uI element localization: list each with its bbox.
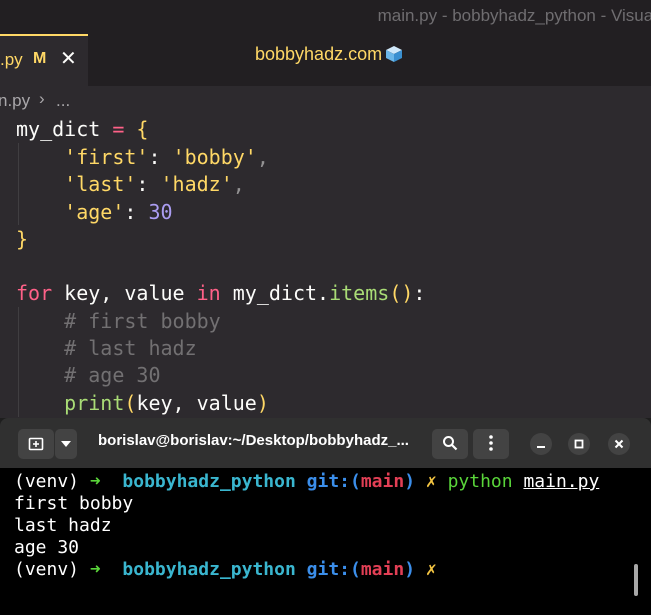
arrow-icon: ➜ <box>89 559 101 580</box>
command-argument: main.py <box>523 471 600 492</box>
branch-label: main <box>360 559 405 580</box>
arguments: key, value <box>136 391 257 415</box>
dict-value: 30 <box>148 200 173 224</box>
chevron-right-icon: › <box>39 89 45 108</box>
output-line: age 30 <box>14 537 80 558</box>
breadcrumb-ellipsis[interactable]: ... <box>56 91 70 111</box>
new-tab-button[interactable] <box>18 429 54 459</box>
maximize-icon <box>574 439 584 449</box>
close-icon[interactable]: ✕ <box>60 46 77 70</box>
git-label: git:( <box>306 559 361 580</box>
arrow-icon: ➜ <box>89 471 101 492</box>
tab-label: .py <box>0 50 23 69</box>
code-line-7: for key, value in my_dict.items(): <box>16 280 425 307</box>
code-line-2: 'first': 'bobby', <box>16 144 269 171</box>
minimize-icon <box>537 446 545 448</box>
code-editor[interactable]: my_dict = { 'first': 'bobby', 'last': 'h… <box>0 116 651 426</box>
modified-badge: M <box>33 50 47 67</box>
function-name: print <box>64 391 125 415</box>
maximize-button[interactable] <box>568 433 590 455</box>
output-line: first bobby <box>14 493 134 514</box>
variable-name: my_dict <box>16 117 101 141</box>
comment: # age 30 <box>64 363 161 387</box>
breadcrumb-file[interactable]: n.py <box>0 91 30 111</box>
venv-label: (venv) <box>14 559 80 580</box>
window-title: main.py - bobbyhadz_python - Visual <box>377 6 651 25</box>
cube-icon <box>386 46 403 62</box>
command: python <box>447 471 513 492</box>
tab-main-py[interactable]: .py M ✕ <box>0 34 88 86</box>
new-tab-icon <box>28 437 44 451</box>
colon: : <box>148 145 173 169</box>
menu-button[interactable] <box>473 429 509 459</box>
comment: # last hadz <box>64 336 197 360</box>
search-button[interactable] <box>432 429 468 459</box>
dict-ref: my_dict. <box>220 281 330 305</box>
dirty-icon: ✗ <box>425 559 437 580</box>
venv-label: (venv) <box>14 471 80 492</box>
chevron-down-icon <box>61 441 71 447</box>
breadcrumb: n.py › ... <box>0 86 651 116</box>
colon: : <box>136 172 161 196</box>
open-paren: ( <box>124 391 137 415</box>
open-brace: { <box>136 117 149 141</box>
comment: # first bobby <box>64 309 221 333</box>
comma: , <box>232 172 245 196</box>
colon: : <box>124 200 149 224</box>
prompt-line: (venv) ➜ bobbyhadz_python git:(main) ✗ p… <box>14 471 599 493</box>
dict-key: 'first' <box>64 145 149 169</box>
terminal-scrollbar[interactable] <box>634 564 638 596</box>
comma: , <box>256 145 269 169</box>
code-line-8: # first bobby <box>16 308 221 335</box>
code-line-11: print(key, value) <box>16 390 269 417</box>
loop-vars: key, value <box>52 281 197 305</box>
code-line-4: 'age': 30 <box>16 199 173 226</box>
output-line: last hadz <box>14 515 112 536</box>
colon: : <box>413 281 426 305</box>
cwd-label: bobbyhadz_python <box>122 559 296 580</box>
terminal-title: borislav@borislav:~/Desktop/bobbyhadz_..… <box>98 432 409 449</box>
code-line-1: my_dict = { <box>16 116 148 143</box>
kebab-menu-icon <box>489 435 493 451</box>
dict-value: 'hadz' <box>160 172 233 196</box>
git-close: ) <box>404 559 416 580</box>
dict-key: 'last' <box>64 172 137 196</box>
minimize-button[interactable] <box>530 433 552 455</box>
git-close: ) <box>404 471 416 492</box>
git-label: git:( <box>306 471 361 492</box>
dirty-icon: ✗ <box>425 471 437 492</box>
terminal-window: borislav@borislav:~/Desktop/bobbyhadz_..… <box>0 418 651 615</box>
close-button[interactable] <box>608 433 630 455</box>
dict-key: 'age' <box>64 200 125 224</box>
terminal-output[interactable]: (venv) ➜ bobbyhadz_python git:(main) ✗ p… <box>0 468 651 615</box>
tab-bar: .py M ✕ bobbyhadz.com <box>0 34 651 86</box>
assign-operator: = <box>100 117 137 141</box>
keyword-in: in <box>196 281 221 305</box>
code-line-5: } <box>16 226 28 253</box>
code-line-10: # age 30 <box>16 362 161 389</box>
parens: () <box>389 281 414 305</box>
watermark: bobbyhadz.com <box>255 44 403 65</box>
close-brace: } <box>16 227 29 251</box>
method-name: items <box>329 281 390 305</box>
code-line-9: # last hadz <box>16 335 197 362</box>
branch-label: main <box>360 471 405 492</box>
close-icon <box>614 439 624 449</box>
dict-value: 'bobby' <box>172 145 257 169</box>
close-paren: ) <box>256 391 269 415</box>
title-bar: main.py - bobbyhadz_python - Visual <box>0 0 651 34</box>
dropdown-button[interactable] <box>55 429 77 459</box>
search-icon <box>443 436 458 451</box>
cwd-label: bobbyhadz_python <box>122 471 296 492</box>
prompt-line: (venv) ➜ bobbyhadz_python git:(main) ✗ <box>14 559 437 581</box>
watermark-text: bobbyhadz.com <box>255 44 383 64</box>
terminal-header: borislav@borislav:~/Desktop/bobbyhadz_..… <box>0 418 651 468</box>
code-line-3: 'last': 'hadz', <box>16 171 245 198</box>
keyword-for: for <box>16 281 53 305</box>
